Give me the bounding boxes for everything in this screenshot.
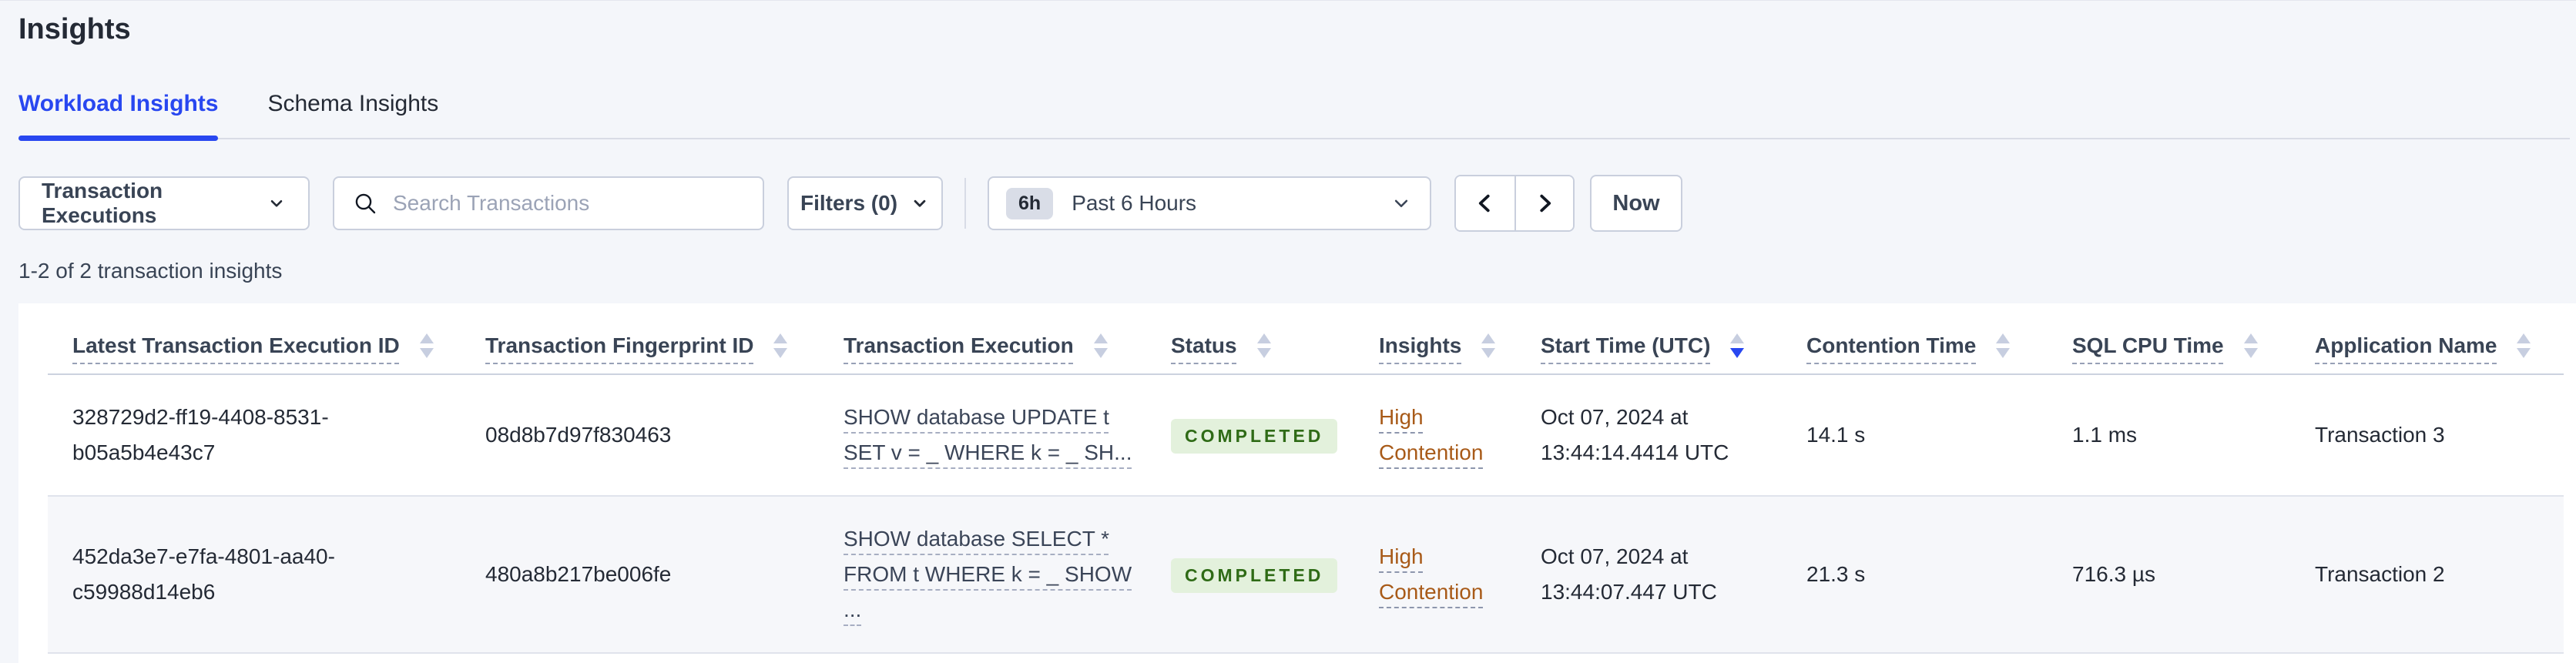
- toolbar: Transaction Executions Filters (0) 6h Pa…: [18, 175, 2576, 232]
- sort-icon: [773, 333, 788, 358]
- cell-start-time: Oct 07, 2024 at 13:44:14.4414 UTC: [1516, 374, 1782, 497]
- time-range-picker[interactable]: 6h Past 6 Hours: [988, 176, 1431, 230]
- chevron-down-icon: [270, 199, 283, 207]
- sort-icon: [1256, 333, 1271, 358]
- chevron-down-icon: [1394, 199, 1408, 207]
- insight-link[interactable]: High Contention: [1379, 544, 1483, 604]
- active-tab-underline: [18, 136, 219, 141]
- cell-execution-id: 452da3e7-e7fa-4801-aa40-c59988d14eb6: [48, 496, 461, 654]
- search-input[interactable]: [391, 190, 744, 216]
- statement-link[interactable]: SHOW database UPDATE t SET v = _ WHERE k…: [844, 400, 1132, 470]
- view-type-label: Transaction Executions: [42, 179, 163, 227]
- search-icon: [355, 193, 376, 214]
- column-header-application-name[interactable]: Application Name: [2290, 303, 2564, 375]
- tabs: Workload Insights Schema Insights: [18, 90, 2570, 141]
- chevron-right-icon: [1540, 194, 1551, 213]
- sort-icon: [1996, 333, 2011, 358]
- column-header-insights[interactable]: Insights: [1354, 303, 1516, 375]
- cell-start-time: Oct 07, 2024 at 13:44:07.447 UTC: [1516, 496, 1782, 654]
- sort-icon: [2517, 333, 2531, 358]
- cell-execution-id: 328729d2-ff19-4408-8531-b05a5b4e43c7: [48, 374, 461, 497]
- results-count: 1-2 of 2 transaction insights: [18, 259, 283, 283]
- cell-fingerprint-id: 08d8b7d97f830463: [461, 374, 819, 497]
- time-range-label: Past 6 Hours: [1072, 191, 1197, 215]
- table-row: 452da3e7-e7fa-4801-aa40-c59988d14eb6 480…: [48, 496, 2564, 654]
- table-header-row: Latest Transaction Execution ID Transact…: [48, 303, 2564, 375]
- status-badge: COMPLETED: [1171, 418, 1338, 454]
- cell-transaction-execution: SHOW database UPDATE t SET v = _ WHERE k…: [819, 374, 1146, 497]
- cell-fingerprint-id: 480a8b217be006fe: [461, 496, 819, 654]
- cell-status: COMPLETED: [1146, 496, 1354, 654]
- tab-workload-insights[interactable]: Workload Insights: [18, 90, 219, 141]
- prev-range-button[interactable]: [1456, 176, 1514, 230]
- insights-table-card: Latest Transaction Execution ID Transact…: [18, 303, 2576, 663]
- column-header-status[interactable]: Status: [1146, 303, 1354, 375]
- cell-contention-time: 14.1 s: [1782, 374, 2048, 497]
- page-title: Insights: [18, 13, 131, 45]
- sort-icon: [2243, 333, 2258, 358]
- column-header-transaction-execution[interactable]: Transaction Execution: [819, 303, 1146, 375]
- sort-icon: [1093, 333, 1108, 358]
- column-header-start-time[interactable]: Start Time (UTC): [1516, 303, 1782, 375]
- cell-contention-time: 21.3 s: [1782, 496, 2048, 654]
- view-type-dropdown[interactable]: Transaction Executions: [18, 176, 310, 230]
- cell-app-name: Transaction 3: [2290, 374, 2564, 497]
- tab-label: Workload Insights: [18, 91, 219, 116]
- now-button-label: Now: [1612, 190, 1660, 216]
- cell-transaction-execution: SHOW database SELECT * FROM t WHERE k = …: [819, 496, 1146, 654]
- insights-table: Latest Transaction Execution ID Transact…: [48, 303, 2564, 654]
- tab-schema-insights[interactable]: Schema Insights: [267, 90, 438, 138]
- cell-insights: High Contention: [1354, 496, 1516, 654]
- sort-desc-icon: [1730, 333, 1745, 358]
- toolbar-divider: [964, 178, 966, 229]
- sort-icon: [419, 333, 434, 358]
- next-range-button[interactable]: [1514, 176, 1573, 230]
- statement-link[interactable]: SHOW database SELECT * FROM t WHERE k = …: [844, 521, 1132, 628]
- insight-link[interactable]: High Contention: [1379, 405, 1483, 464]
- filters-label: Filters (0): [800, 191, 898, 215]
- table-row: 328729d2-ff19-4408-8531-b05a5b4e43c7 08d…: [48, 374, 2564, 497]
- sort-icon: [1481, 333, 1496, 358]
- cell-status: COMPLETED: [1146, 374, 1354, 497]
- time-range-nav: [1454, 175, 1575, 232]
- cell-sql-cpu-time: 716.3 µs: [2048, 496, 2290, 654]
- cell-insights: High Contention: [1354, 374, 1516, 497]
- tab-label: Schema Insights: [267, 91, 439, 116]
- column-header-fingerprint-id[interactable]: Transaction Fingerprint ID: [461, 303, 819, 375]
- time-range-badge: 6h: [1006, 187, 1054, 219]
- chevron-left-icon: [1478, 194, 1490, 213]
- column-header-latest-execution-id[interactable]: Latest Transaction Execution ID: [48, 303, 461, 375]
- cell-app-name: Transaction 2: [2290, 496, 2564, 654]
- now-button[interactable]: Now: [1590, 175, 1682, 232]
- column-header-contention-time[interactable]: Contention Time: [1782, 303, 2048, 375]
- column-header-sql-cpu-time[interactable]: SQL CPU Time: [2048, 303, 2290, 375]
- filters-dropdown[interactable]: Filters (0): [787, 176, 943, 230]
- cell-sql-cpu-time: 1.1 ms: [2048, 374, 2290, 497]
- chevron-down-icon: [914, 199, 926, 207]
- status-badge: COMPLETED: [1171, 558, 1338, 593]
- transaction-search: [333, 176, 764, 230]
